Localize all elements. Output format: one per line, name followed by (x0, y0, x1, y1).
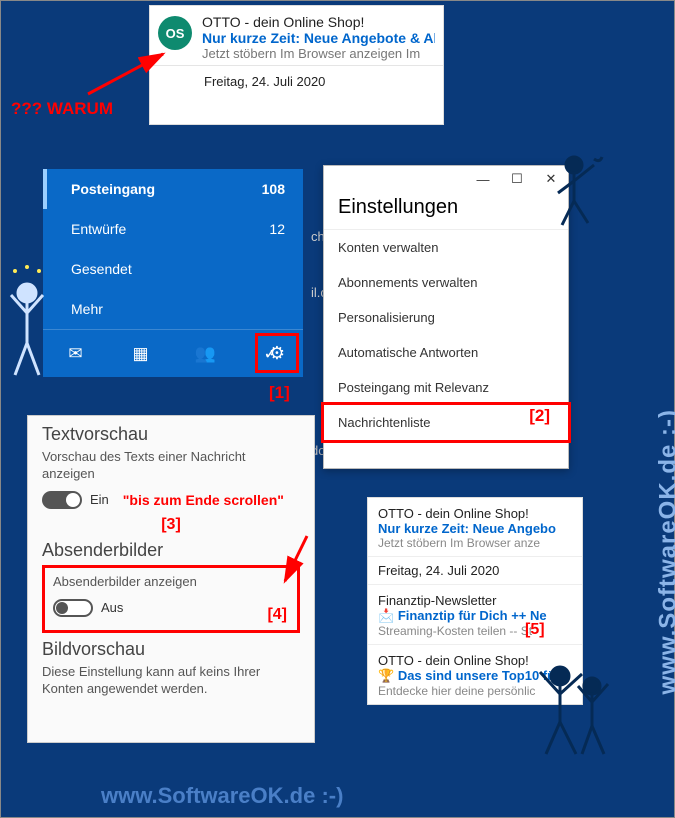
mail-subject: Nur kurze Zeit: Neue Angebo (378, 521, 572, 536)
mail-icon[interactable]: ✉ (59, 337, 93, 371)
mail-list-no-avatar: OTTO - dein Online Shop! Nur kurze Zeit:… (367, 497, 583, 705)
mail-subject: 🏆 Das sind unsere Top10 fü (378, 668, 572, 684)
mail-subject: Nur kurze Zeit: Neue Angebote & Ak (202, 30, 435, 46)
watermark-bottom: www.SoftwareOK.de :-) (101, 783, 343, 809)
mail-date: Freitag, 24. Juli 2020 (150, 65, 443, 97)
settings-item-label: Nachrichtenliste (338, 415, 431, 430)
window-close-button[interactable]: ✕ (536, 171, 566, 187)
mail-subject-text: Das sind unsere Top10 fü (398, 668, 555, 683)
folder-item-sent[interactable]: Gesendet (43, 249, 303, 289)
mail-snippet: Entdecke hier deine persönlic (378, 684, 572, 698)
mail-folder-list: Posteingang 108 Entwürfe 12 Gesendet Meh… (43, 169, 303, 377)
envelope-icon: 📩 (378, 608, 394, 623)
annotation-label-4: [4] (267, 606, 287, 624)
section-image-preview-desc: Diese Einstellung kann auf keins Ihrer K… (42, 664, 300, 698)
annotation-label-2: [2] (529, 406, 550, 426)
toggle-text-preview[interactable] (42, 491, 82, 509)
section-sender-images-title: Absenderbilder (42, 540, 300, 561)
mail-sender: OTTO - dein Online Shop! (378, 506, 572, 521)
folder-item-inbox[interactable]: Posteingang 108 (43, 169, 303, 209)
settings-title: Einstellungen (324, 192, 568, 230)
mail-sender: Finanztip-Newsletter (378, 593, 572, 608)
avatar: OS (158, 16, 192, 50)
message-list-options-panel: Textvorschau Vorschau des Texts einer Na… (27, 415, 315, 743)
settings-button[interactable]: ⚙ (255, 333, 299, 373)
mail-list-item[interactable]: OTTO - dein Online Shop! Nur kurze Zeit:… (368, 498, 582, 557)
folder-label: Mehr (71, 301, 103, 317)
folder-selection-indicator (43, 169, 47, 209)
mail-list-item[interactable]: Finanztip-Newsletter 📩 Finanztip für Dic… (368, 585, 582, 645)
watermark-side: www.SoftwareOK.de :-) (654, 409, 675, 694)
section-image-preview-title: Bildvorschau (42, 639, 300, 660)
calendar-icon[interactable]: ▦ (124, 337, 158, 371)
folder-item-drafts[interactable]: Entwürfe 12 (43, 209, 303, 249)
toggle-state-label: Aus (101, 600, 123, 615)
annotation-label-3: [3] (42, 516, 300, 534)
annotation-label-1: [1] (269, 383, 290, 403)
toggle-state-label: Ein (90, 492, 109, 507)
annotation-warum: ??? WARUM (11, 99, 113, 119)
folder-count: 108 (262, 181, 285, 197)
sender-images-highlight-box: Absenderbilder anzeigen Aus [4] (42, 565, 300, 633)
window-maximize-button[interactable]: ☐ (502, 171, 532, 187)
annotation-scroll-hint: "bis zum Ende scrollen" (123, 492, 284, 508)
mail-list-item[interactable]: OTTO - dein Online Shop! 🏆 Das sind unse… (368, 645, 582, 704)
folder-label: Posteingang (71, 181, 155, 197)
section-sender-images-desc: Absenderbilder anzeigen (53, 574, 289, 591)
settings-item-accounts[interactable]: Konten verwalten (324, 230, 568, 265)
settings-item-message-list[interactable]: Nachrichtenliste [2] (321, 402, 571, 443)
section-text-preview-desc: Vorschau des Texts einer Nachricht anzei… (42, 449, 300, 483)
mail-sender: OTTO - dein Online Shop! (202, 14, 435, 30)
folder-label: Entwürfe (71, 221, 126, 237)
folder-count: 12 (269, 221, 285, 237)
mail-snippet: Jetzt stöbern Im Browser anzeigen Im (202, 46, 435, 61)
people-icon[interactable]: 👥 (189, 337, 223, 371)
mail-snippet: Jetzt stöbern Im Browser anze (378, 536, 572, 550)
trophy-icon: 🏆 (378, 668, 394, 683)
gear-icon: ⚙ (269, 343, 285, 364)
section-text-preview-title: Textvorschau (42, 424, 300, 445)
settings-flyout: — ☐ ✕ Einstellungen Konten verwalten Abo… (323, 165, 569, 469)
window-minimize-button[interactable]: — (468, 172, 498, 187)
toggle-sender-images[interactable] (53, 599, 93, 617)
settings-item-subscriptions[interactable]: Abonnements verwalten (324, 265, 568, 300)
annotation-label-5: [5] (525, 621, 545, 639)
folder-item-more[interactable]: Mehr (43, 289, 303, 329)
settings-item-personalization[interactable]: Personalisierung (324, 300, 568, 335)
mail-date-header: Freitag, 24. Juli 2020 (368, 557, 582, 585)
mail-sender: OTTO - dein Online Shop! (378, 653, 572, 668)
folder-label: Gesendet (71, 261, 132, 277)
settings-item-auto-replies[interactable]: Automatische Antworten (324, 335, 568, 370)
settings-item-focused-inbox[interactable]: Posteingang mit Relevanz (324, 370, 568, 405)
mail-preview-with-avatar: OS OTTO - dein Online Shop! Nur kurze Ze… (149, 5, 444, 125)
